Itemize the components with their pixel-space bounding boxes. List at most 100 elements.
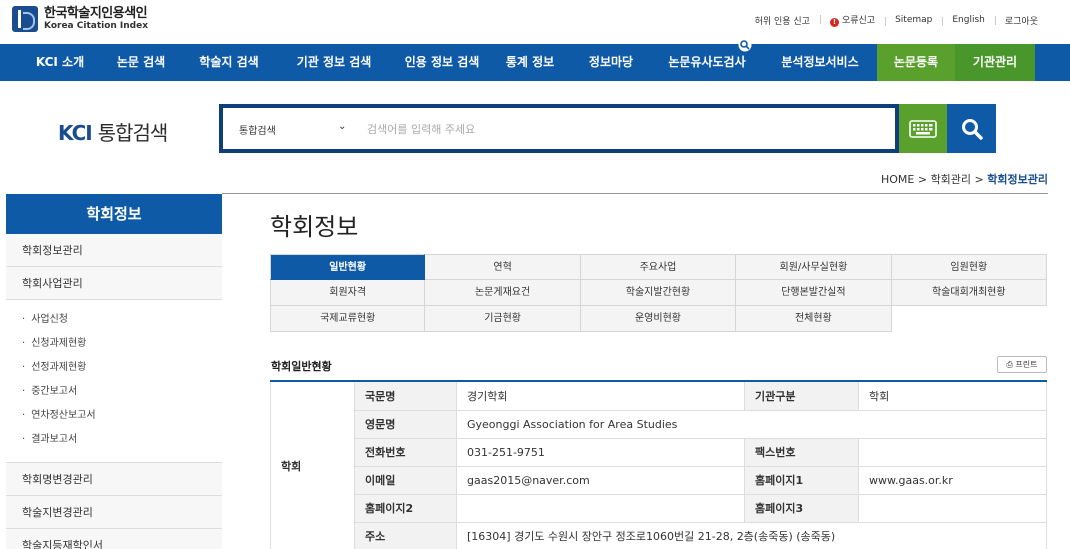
english-link[interactable]: English: [942, 15, 995, 26]
search-scope-select[interactable]: 통합검색: [239, 122, 276, 137]
tab-conferences[interactable]: 학술대회개최현황: [891, 280, 1047, 306]
group-label: 학회: [270, 382, 355, 549]
info-tabs: 일반현황 연혁 주요사업 회원/사무실현황 임원현황 회원자격 논문게재요건 학…: [270, 254, 1047, 332]
sidebar-item-name-change[interactable]: 학회명변경관리: [6, 463, 222, 496]
kci-text: KCI: [58, 121, 93, 145]
sidebar-sub-interim-report[interactable]: 중간보고서: [22, 380, 222, 404]
homepage1-label: 홈페이지1: [744, 466, 859, 495]
main-navigation: KCI 소개 논문 검색 학술지 검색 기관 정보 검색 인용 정보 검색 통계…: [0, 44, 1070, 81]
tab-international-exchange[interactable]: 국제교류현황: [270, 306, 426, 332]
integrated-search-logo: KCI 통합검색: [58, 117, 168, 146]
sidebar-item-journal-confirm[interactable]: 학술지등재학인서: [6, 529, 222, 549]
tab-membership[interactable]: 회원자격: [270, 280, 426, 306]
alert-icon: !: [829, 18, 839, 27]
korean-name-label: 국문명: [354, 382, 457, 411]
sidebar-sub-annual-settlement[interactable]: 연차정산보고서: [22, 404, 222, 428]
address-value: [16304] 경기도 수원시 장안구 정조로1060번길 21-28, 2층(…: [456, 522, 1047, 549]
page-title: 학회정보: [270, 213, 359, 241]
org-type-label: 기관구분: [744, 382, 859, 411]
table-row: 이메일 gaas2015@naver.com 홈페이지1 www.gaas.or…: [271, 466, 1047, 495]
breadcrumb-home[interactable]: HOME: [881, 173, 914, 186]
search-icon: [961, 118, 983, 140]
sidebar-sub-selected-projects[interactable]: 선정과제현황: [22, 356, 222, 380]
tab-all-status[interactable]: 전체현황: [736, 306, 892, 332]
tab-funds[interactable]: 기금현황: [425, 306, 581, 332]
nav-paper-search[interactable]: 논문 검색: [103, 44, 179, 81]
virtual-keyboard-button[interactable]: [899, 104, 947, 153]
tab-history[interactable]: 연혁: [425, 254, 581, 280]
logo-text-korean: 한국학술지인용색인: [44, 5, 148, 21]
address-label: 주소: [354, 522, 457, 549]
nav-statistics[interactable]: 통계 정보: [497, 44, 563, 81]
fax-label: 팩스번호: [744, 438, 859, 467]
table-row: 홈페이지2 홈페이지3: [271, 494, 1047, 523]
nav-kci-intro[interactable]: KCI 소개: [22, 44, 98, 81]
tab-empty-cell: [892, 306, 1047, 332]
english-name-label: 영문명: [354, 410, 457, 439]
nav-analysis-service[interactable]: 분석정보서비스: [770, 44, 870, 81]
sidebar-item-society-info[interactable]: 학회정보관리: [6, 234, 222, 267]
top-bar: 한국학술지인용색인 Korea Citation Index 허위 인용 신고 …: [0, 0, 1070, 44]
sidebar-sub-applied-projects[interactable]: 신청과제현황: [22, 332, 222, 356]
homepage3-label: 홈페이지3: [744, 494, 859, 523]
sidebar-sub-final-report[interactable]: 결과보고서: [22, 428, 222, 452]
nav-info-square[interactable]: 정보마당: [578, 44, 644, 81]
sidebar: 학회정보 학회정보관리 학회사업관리 사업신청 신청과제현황 선정과제현황 중간…: [6, 194, 222, 549]
nav-citation-search[interactable]: 인용 정보 검색: [390, 44, 494, 81]
nav-institution-search[interactable]: 기관 정보 검색: [282, 44, 386, 81]
tab-book-publishing[interactable]: 단행본발간실적: [736, 280, 892, 306]
breadcrumb-current: 학회정보관리: [987, 173, 1048, 186]
nav-paper-register[interactable]: 논문등록: [877, 44, 955, 81]
homepage2-value: [456, 494, 745, 523]
sidebar-submenu: 사업신청 신청과제현황 선정과제현황 중간보고서 연차정산보고서 결과보고서: [6, 300, 222, 463]
homepage1-link[interactable]: www.gaas.or.kr: [858, 466, 1047, 495]
homepage3-value: [858, 494, 1047, 523]
nav-institution-manage[interactable]: 기관관리: [955, 44, 1035, 81]
table-row: 전화번호 031-251-9751 팩스번호: [271, 438, 1047, 467]
logout-link[interactable]: 로그아웃: [994, 14, 1048, 27]
org-type-value: 학회: [858, 382, 1047, 411]
phone-value: 031-251-9751: [456, 438, 745, 467]
error-report-link[interactable]: ! 오류신고: [819, 13, 885, 27]
print-button[interactable]: ⎙ 프린트: [997, 356, 1047, 373]
sitemap-link[interactable]: Sitemap: [885, 15, 942, 26]
tab-publication-requirements[interactable]: 논문게재요건: [425, 280, 581, 306]
section-title: 학회일반현황: [271, 360, 332, 373]
table-row: 학회 국문명 경기학회 기관구분 학회: [270, 382, 1047, 549]
kci-logo[interactable]: 한국학술지인용색인 Korea Citation Index: [12, 6, 148, 32]
logo-text-english: Korea Citation Index: [44, 20, 149, 31]
search-input[interactable]: [367, 116, 877, 142]
sidebar-item-society-business[interactable]: 학회사업관리: [6, 267, 222, 300]
society-info-table: 학회 국문명 경기학회 기관구분 학회 영문명 Gyeonggi Associa…: [270, 382, 1047, 549]
kci-logo-icon: [12, 6, 38, 32]
search-button[interactable]: [947, 104, 996, 153]
email-link[interactable]: gaas2015@naver.com: [456, 466, 745, 495]
email-label: 이메일: [354, 466, 457, 495]
sidebar-sub-apply[interactable]: 사업신청: [22, 308, 222, 332]
error-report-label: 오류신고: [841, 16, 876, 26]
homepage2-label: 홈페이지2: [354, 494, 457, 523]
utility-links: 허위 인용 신고 ! 오류신고 Sitemap English 로그아웃: [745, 13, 1048, 27]
tab-operating-costs[interactable]: 운영비현황: [580, 306, 737, 332]
print-label: 프린트: [1015, 360, 1038, 369]
false-citation-report-link[interactable]: 허위 인용 신고: [745, 14, 820, 27]
sidebar-title: 학회정보: [6, 194, 222, 234]
printer-icon: ⎙: [1006, 360, 1013, 369]
tab-general-status[interactable]: 일반현황: [270, 254, 426, 280]
english-name-value: Gyeonggi Association for Area Studies: [456, 410, 1047, 439]
korean-name-value: 경기학회: [456, 382, 745, 411]
tab-main-projects[interactable]: 주요사업: [580, 254, 737, 280]
breadcrumb-mid[interactable]: 학회관리: [931, 173, 971, 186]
tab-journal-publishing[interactable]: 학술지발간현황: [580, 280, 737, 306]
sidebar-item-journal-change[interactable]: 학술지변경관리: [6, 496, 222, 529]
keyboard-icon: [909, 119, 937, 138]
header-divider: [222, 193, 1048, 194]
chevron-down-icon[interactable]: ⌄: [338, 121, 346, 132]
table-row: 주소 [16304] 경기도 수원시 장안구 정조로1060번길 21-28, …: [271, 522, 1047, 549]
phone-label: 전화번호: [354, 438, 457, 467]
breadcrumb: HOME > 학회관리 > 학회정보관리: [880, 173, 1048, 186]
search-box: 통합검색 ⌄: [219, 104, 899, 153]
tab-executives[interactable]: 임원현황: [891, 254, 1047, 280]
nav-journal-search[interactable]: 학술지 검색: [186, 44, 272, 81]
tab-members-office[interactable]: 회원/사무실현황: [736, 254, 892, 280]
